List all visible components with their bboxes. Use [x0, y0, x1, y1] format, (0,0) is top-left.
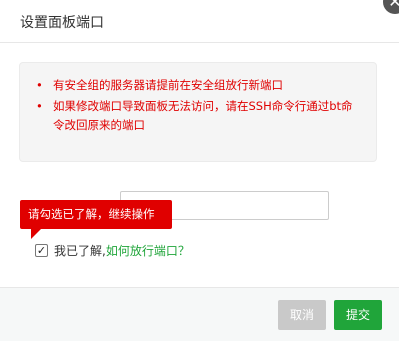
warning-notice: • 有安全组的服务器请提前在安全组放行新端口 • 如果修改端口导致面板无法访问，… [19, 62, 377, 162]
cancel-button[interactable]: 取消 [278, 300, 326, 330]
dialog-header: 设置面板端口 ✕ [0, 0, 399, 43]
validation-tooltip: 请勾选已了解，继续操作 [20, 200, 172, 229]
tooltip-arrow [31, 229, 41, 239]
bullet-icon: • [36, 99, 43, 113]
bullet-icon: • [36, 78, 43, 92]
notice-item: • 如果修改端口导致面板无法访问，请在SSH命令行通过bt命令改回原来的端口 [36, 97, 362, 135]
agree-text: 我已了解, [54, 243, 106, 258]
close-icon[interactable]: ✕ [383, 0, 399, 14]
how-to-open-port-link[interactable]: 如何放行端口？ [106, 242, 190, 259]
set-panel-port-dialog: 设置面板端口 ✕ • 有安全组的服务器请提前在安全组放行新端口 • 如果修改端口… [0, 0, 399, 341]
notice-item: • 有安全组的服务器请提前在安全组放行新端口 [36, 76, 362, 95]
notice-item-text: 如果修改端口导致面板无法访问，请在SSH命令行通过bt命令改回原来的端口 [53, 99, 353, 132]
notice-item-text: 有安全组的服务器请提前在安全组放行新端口 [53, 78, 283, 92]
notice-list: • 有安全组的服务器请提前在安全组放行新端口 • 如果修改端口导致面板无法访问，… [20, 63, 376, 135]
submit-button[interactable]: 提交 [334, 300, 382, 330]
agree-checkbox[interactable]: ✓ [35, 243, 48, 257]
dialog-footer: 取消 提交 [0, 287, 399, 341]
agree-row: ✓ 我已了解, 如何放行端口？ [35, 241, 190, 259]
dialog-title: 设置面板端口 [20, 15, 104, 31]
